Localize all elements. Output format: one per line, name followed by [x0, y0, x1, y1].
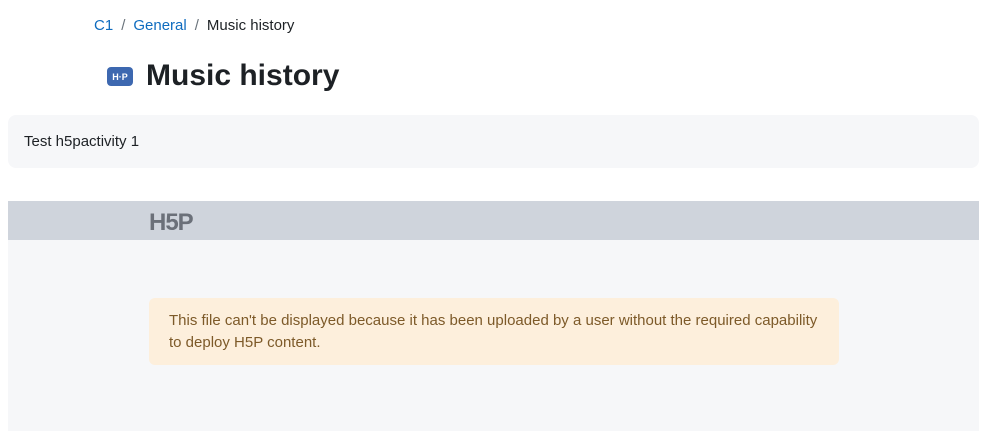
svg-text:H5P: H5P: [149, 209, 194, 233]
breadcrumb-separator: /: [194, 17, 199, 34]
breadcrumb-separator: /: [121, 17, 126, 34]
capability-warning-alert: This file can't be displayed because it …: [149, 298, 839, 365]
page: C1 / General / Music history H·P Music h…: [0, 0, 995, 445]
h5p-logo: H5P: [149, 209, 199, 238]
breadcrumb: C1 / General / Music history: [94, 17, 294, 35]
activity-description: Test h5pactivity 1: [8, 115, 979, 168]
svg-text:H·P: H·P: [112, 72, 128, 82]
breadcrumb-item-c1[interactable]: C1: [94, 17, 113, 35]
h5p-player: H5P This file can't be displayed because…: [8, 201, 979, 431]
breadcrumb-item-general[interactable]: General: [133, 17, 186, 35]
page-title: Music history: [146, 59, 340, 92]
breadcrumb-current: Music history: [206, 17, 295, 34]
alert-text: This file can't be displayed because it …: [169, 312, 818, 351]
h5p-header-bar: H5P: [8, 201, 979, 240]
activity-description-text: Test h5pactivity 1: [24, 133, 140, 150]
page-header: H·P Music history: [107, 58, 339, 94]
h5p-activity-icon: H·P: [107, 67, 133, 86]
